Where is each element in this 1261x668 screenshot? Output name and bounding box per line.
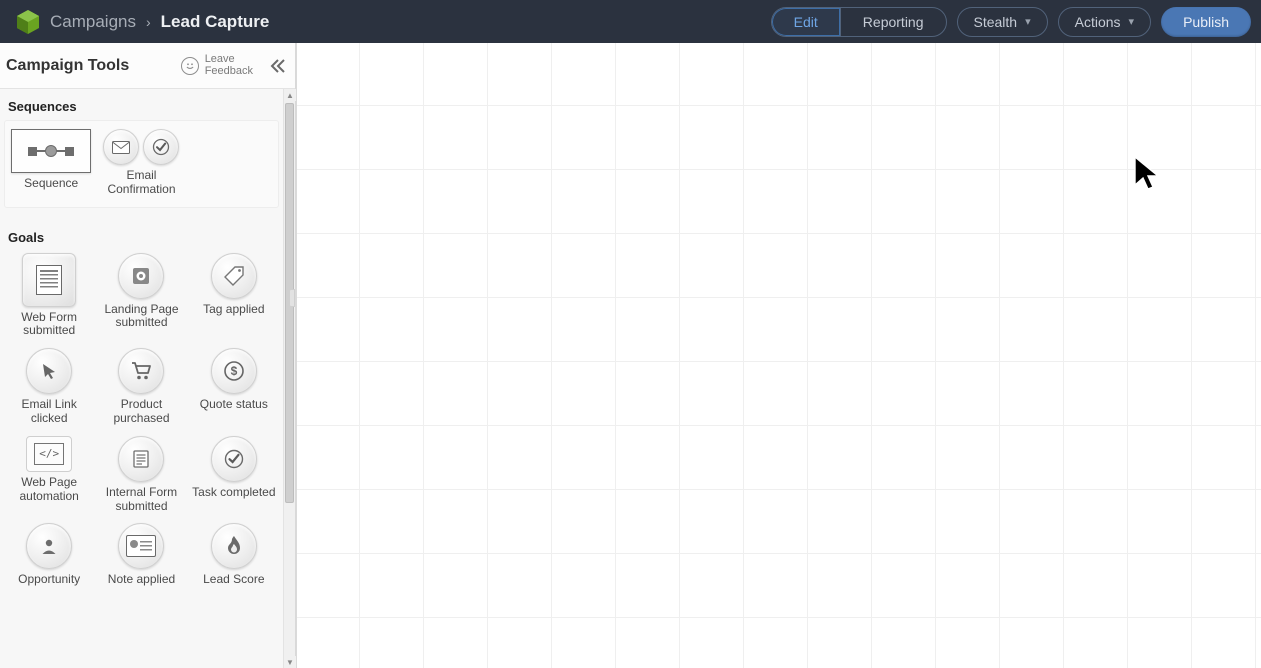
- chevron-double-left-icon: [270, 59, 286, 73]
- tool-internal-form-submitted[interactable]: Internal Form submitted: [96, 434, 186, 516]
- check-circle-icon: [211, 436, 257, 482]
- feedback-label: LeaveFeedback: [205, 54, 253, 77]
- section-title-sequences: Sequences: [4, 91, 279, 120]
- tool-label: Email Confirmation: [99, 169, 183, 197]
- collapse-sidebar-button[interactable]: [267, 55, 289, 77]
- sidebar-header: Campaign Tools LeaveFeedback: [0, 43, 295, 89]
- top-bar: Campaigns › Lead Capture Edit Reporting …: [0, 0, 1261, 43]
- tool-web-form-submitted[interactable]: Web Form submitted: [4, 251, 94, 341]
- tool-task-completed[interactable]: Task completed: [189, 434, 279, 516]
- sidebar-content: Sequences Sequence: [0, 89, 283, 668]
- chevron-down-icon: ▾: [1025, 15, 1031, 28]
- campaign-canvas[interactable]: [296, 43, 1261, 668]
- sidebar-resize-grip[interactable]: [289, 289, 295, 307]
- stealth-dropdown[interactable]: Stealth ▾: [957, 7, 1048, 37]
- mode-toggle: Edit Reporting: [771, 7, 947, 37]
- breadcrumb: Campaigns › Lead Capture: [50, 12, 269, 32]
- tool-label: Note applied: [108, 573, 175, 587]
- sidebar-scroll-area: Sequences Sequence: [0, 89, 295, 668]
- sequences-section: Sequence Email Confirmat: [4, 120, 279, 208]
- chevron-down-icon: ▾: [1129, 15, 1135, 28]
- envelope-icon: [103, 129, 139, 165]
- edit-tab[interactable]: Edit: [772, 8, 840, 36]
- chevron-right-icon: ›: [146, 14, 151, 30]
- tool-email-link-clicked[interactable]: Email Link clicked: [4, 346, 94, 428]
- tool-note-applied[interactable]: Note applied: [96, 521, 186, 589]
- pointer-icon: [26, 348, 72, 394]
- cart-icon: [118, 348, 164, 394]
- tool-label: Opportunity: [18, 573, 80, 587]
- section-title-goals: Goals: [4, 222, 279, 251]
- body: Campaign Tools LeaveFeedback Seq: [0, 43, 1261, 668]
- tool-label: Web Form submitted: [7, 311, 91, 339]
- person-icon: [26, 523, 72, 569]
- id-card-icon: [118, 523, 164, 569]
- flame-icon: [211, 523, 257, 569]
- target-icon: [118, 253, 164, 299]
- top-actions: Edit Reporting Stealth ▾ Actions ▾ Publi…: [771, 7, 1251, 37]
- tag-icon: [211, 253, 257, 299]
- sidebar-scrollbar[interactable]: ▲ ▼: [283, 89, 295, 668]
- tool-label: Sequence: [24, 177, 78, 191]
- app-logo: [6, 10, 50, 34]
- sequence-icon: [11, 129, 91, 173]
- tool-landing-page-submitted[interactable]: Landing Page submitted: [96, 251, 186, 341]
- tool-label: Landing Page submitted: [99, 303, 183, 331]
- breadcrumb-current: Lead Capture: [161, 12, 270, 32]
- tool-label: Lead Score: [203, 573, 264, 587]
- tool-product-purchased[interactable]: Product purchased: [96, 346, 186, 428]
- cursor-icon: [1132, 155, 1166, 195]
- stealth-label: Stealth: [974, 14, 1018, 30]
- smiley-icon: [181, 57, 199, 75]
- actions-label: Actions: [1075, 14, 1121, 30]
- tool-label: Web Page automation: [7, 476, 91, 504]
- actions-dropdown[interactable]: Actions ▾: [1058, 7, 1151, 37]
- tool-web-page-automation[interactable]: </> Web Page automation: [4, 434, 94, 516]
- tool-tag-applied[interactable]: Tag applied: [189, 251, 279, 341]
- tool-label: Task completed: [192, 486, 275, 500]
- sidebar: Campaign Tools LeaveFeedback Seq: [0, 43, 296, 668]
- form-lines-icon: [118, 436, 164, 482]
- tool-sequence[interactable]: Sequence: [7, 127, 95, 199]
- leave-feedback-button[interactable]: LeaveFeedback: [181, 54, 253, 77]
- goals-section: Web Form submitted Landing Page submitte…: [4, 251, 279, 590]
- form-icon: [22, 253, 76, 307]
- tool-label: Quote status: [200, 398, 268, 412]
- scroll-down-arrow-icon[interactable]: ▼: [284, 656, 296, 668]
- tool-label: Email Link clicked: [7, 398, 91, 426]
- tool-lead-score[interactable]: Lead Score: [189, 521, 279, 589]
- breadcrumb-parent[interactable]: Campaigns: [50, 12, 136, 32]
- svg-text:$: $: [230, 364, 237, 378]
- tool-label: Internal Form submitted: [99, 486, 183, 514]
- check-icon: [143, 129, 179, 165]
- dollar-icon: $: [211, 348, 257, 394]
- sidebar-title: Campaign Tools: [4, 57, 129, 75]
- tool-opportunity[interactable]: Opportunity: [4, 521, 94, 589]
- tool-email-confirmation[interactable]: Email Confirmation: [97, 127, 185, 199]
- code-icon: </>: [26, 436, 72, 472]
- tool-quote-status[interactable]: $ Quote status: [189, 346, 279, 428]
- tool-label: Tag applied: [203, 303, 264, 317]
- scroll-up-arrow-icon[interactable]: ▲: [284, 89, 296, 101]
- email-confirmation-icon: [103, 129, 179, 165]
- reporting-tab[interactable]: Reporting: [840, 8, 946, 36]
- tool-label: Product purchased: [99, 398, 183, 426]
- publish-button[interactable]: Publish: [1161, 7, 1251, 37]
